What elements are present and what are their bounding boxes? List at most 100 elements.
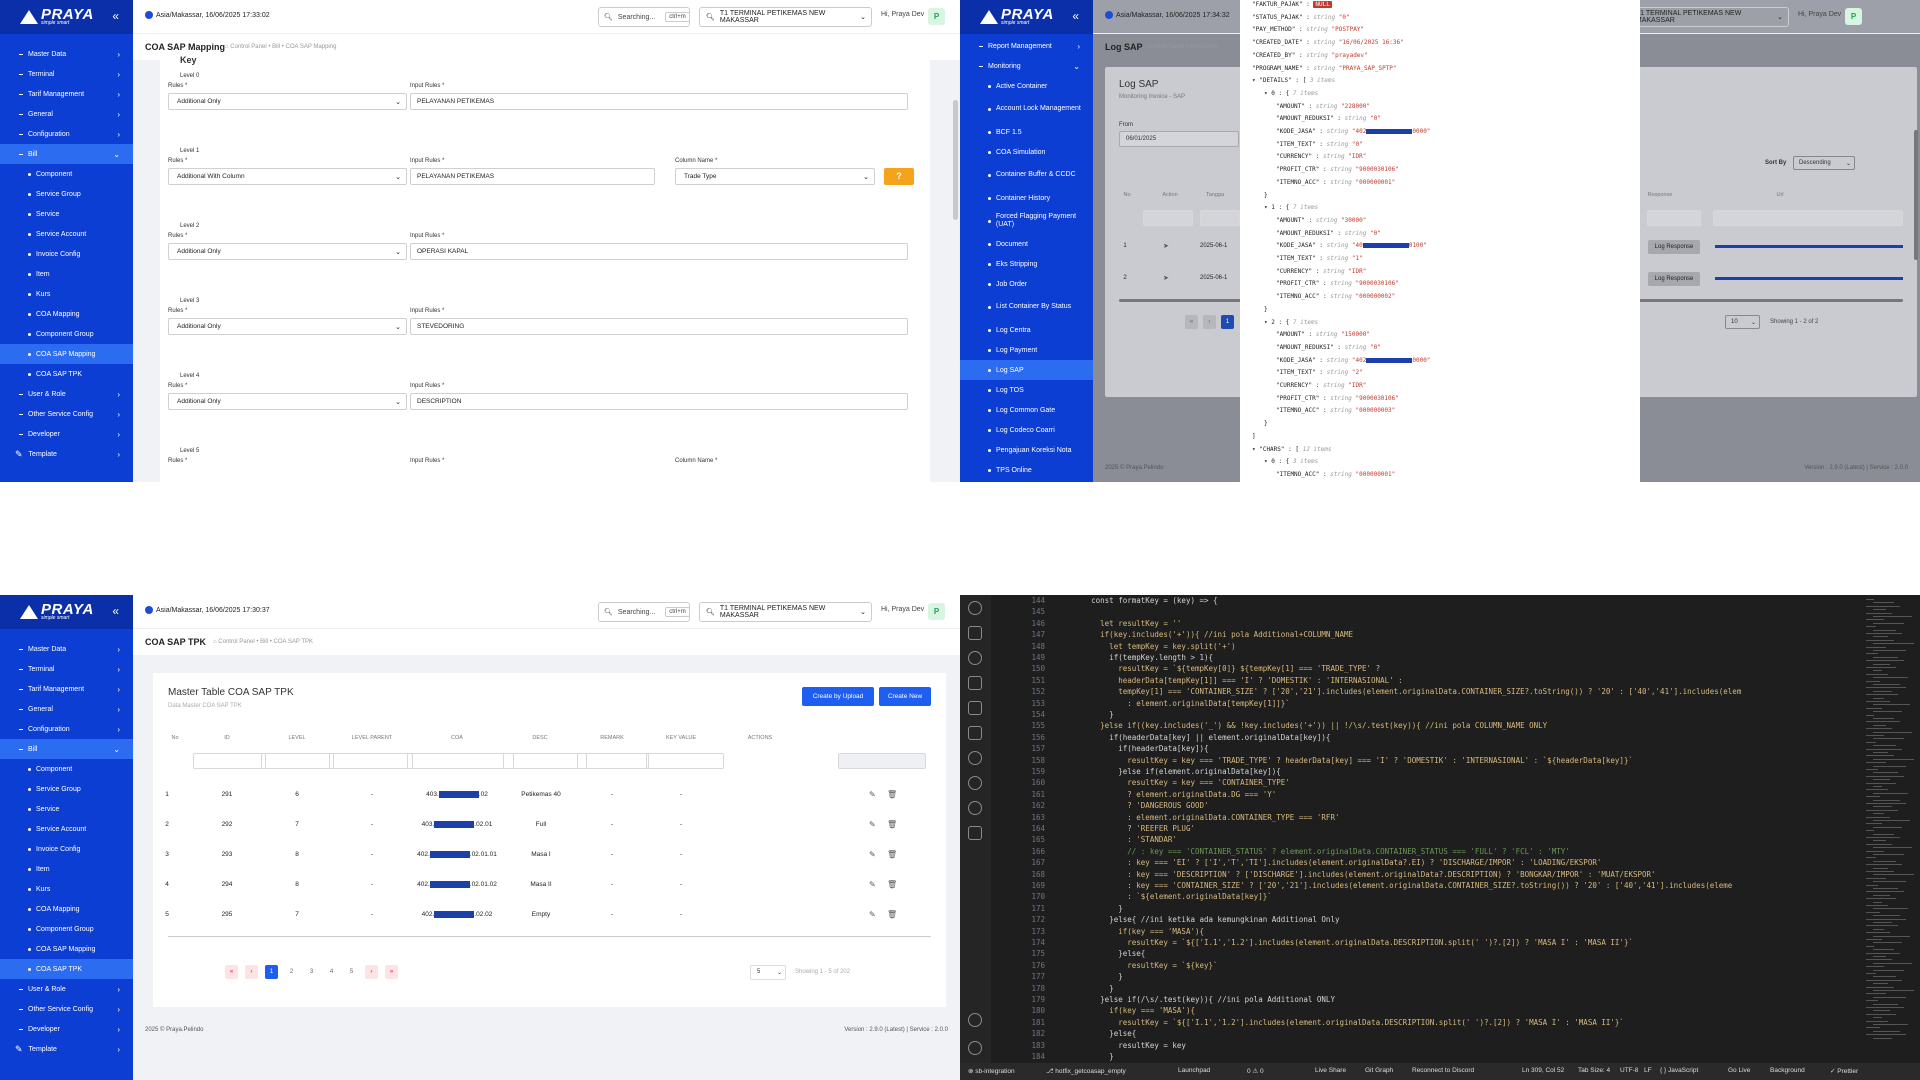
delete-icon[interactable]: 🗑︎ bbox=[887, 820, 897, 829]
code-line[interactable]: }else if((key.includes('_') && !key.incl… bbox=[1055, 721, 1547, 732]
json-line[interactable]: } bbox=[1264, 306, 1268, 313]
collapse-sidebar-icon[interactable]: « bbox=[112, 604, 119, 618]
column-filter-input[interactable] bbox=[193, 753, 266, 769]
json-line[interactable]: "CURRENCY" : string "IDR" bbox=[1276, 268, 1366, 275]
sidebar-item[interactable]: Log TOS bbox=[960, 380, 1093, 400]
code-line[interactable]: : key === 'EI' ? ['I','T','TI'].includes… bbox=[1055, 858, 1601, 869]
rules-select[interactable]: Additional Only ⌄ bbox=[168, 393, 407, 410]
sidebar-item[interactable]: Component bbox=[0, 164, 133, 184]
json-line[interactable]: } bbox=[1264, 192, 1268, 199]
prettier-item[interactable]: ✓ Prettier bbox=[1830, 1067, 1858, 1075]
page-button[interactable]: › bbox=[365, 965, 378, 979]
code-line[interactable]: if(key.includes('+')){ //ini pola Additi… bbox=[1055, 630, 1353, 641]
json-line[interactable]: "AMOUNT" : string "150000" bbox=[1276, 331, 1370, 338]
help-button[interactable]: ? bbox=[884, 168, 914, 185]
json-line[interactable]: "FAKTUR_PAJAK" : NULL bbox=[1252, 1, 1332, 8]
code-line[interactable]: }else if(/\s/.test(key)){ //ini pola Add… bbox=[1055, 995, 1335, 1006]
input-rules-field[interactable]: PELAYANAN PETIKEMAS bbox=[410, 93, 908, 110]
tab-size[interactable]: Tab Size: 4 bbox=[1578, 1067, 1610, 1074]
sidebar-item[interactable]: COA Mapping bbox=[0, 899, 133, 919]
sidebar-item[interactable]: Terminal › bbox=[0, 659, 133, 679]
sidebar-item[interactable]: General › bbox=[0, 699, 133, 719]
code-line[interactable]: }else{ bbox=[1055, 949, 1145, 960]
code-line[interactable]: : element.originalData.CONTAINER_TYPE ==… bbox=[1055, 813, 1339, 824]
json-line[interactable]: "AMOUNT" : string "228000" bbox=[1276, 103, 1370, 110]
code-line[interactable]: : 'STANDAR' bbox=[1055, 835, 1177, 846]
code-line[interactable]: resultKey = `${key}` bbox=[1055, 961, 1217, 972]
page-first[interactable]: « bbox=[1185, 315, 1198, 329]
sidebar-item[interactable]: Log Centra bbox=[960, 320, 1093, 340]
encoding-item[interactable]: UTF-8 bbox=[1620, 1067, 1638, 1074]
code-line[interactable]: tempKey[1] === 'CONTAINER_SIZE' ? ['20',… bbox=[1055, 687, 1741, 698]
code-line[interactable]: let tempKey = key.split('+') bbox=[1055, 642, 1235, 653]
sidebar-item[interactable]: Active Container bbox=[960, 76, 1093, 96]
page-button[interactable]: ‹ bbox=[245, 965, 258, 979]
code-line[interactable]: resultKey = key bbox=[1055, 1041, 1186, 1052]
sidebar-item[interactable]: COA SAP Mapping bbox=[0, 344, 133, 364]
sidebar-item[interactable]: Service Group bbox=[0, 184, 133, 204]
remote-indicator[interactable]: ⊗ sb-integration bbox=[968, 1067, 1015, 1075]
filter-url[interactable] bbox=[1713, 210, 1903, 226]
code-line[interactable]: resultKey = `${tempKey[0]} ${tempKey[1] … bbox=[1055, 664, 1380, 675]
code-line[interactable]: : key === 'CONTAINER_SIZE' ? ['20','21']… bbox=[1055, 881, 1732, 892]
sidebar-item[interactable]: ✎ Template › bbox=[0, 1039, 133, 1059]
json-line[interactable]: ▾ "DETAILS" : [ 3 items bbox=[1252, 77, 1335, 84]
page-button[interactable]: « bbox=[225, 965, 238, 979]
live-share-icon[interactable] bbox=[968, 826, 982, 840]
page-button[interactable]: 3 bbox=[305, 965, 318, 979]
sidebar-item[interactable]: COA SAP TPK bbox=[0, 959, 133, 979]
sidebar-item[interactable]: Invoice Config bbox=[0, 244, 133, 264]
gear-icon[interactable] bbox=[968, 1041, 982, 1055]
create-by-upload-button[interactable]: Create by Upload bbox=[802, 687, 874, 706]
json-line[interactable]: "PAY_METHOD" : string "POSTPAY" bbox=[1252, 26, 1364, 33]
column-filter-input[interactable] bbox=[407, 753, 514, 769]
delete-icon[interactable]: 🗑︎ bbox=[887, 790, 897, 799]
json-line[interactable]: ▾ "CHARS" : [ 12 items bbox=[1252, 446, 1332, 453]
code-line[interactable]: resultKey = `${['I.1','1.2'].includes(el… bbox=[1055, 1018, 1624, 1029]
sidebar-item[interactable]: Tarif Management › bbox=[0, 679, 133, 699]
edit-icon[interactable]: ✎ bbox=[869, 880, 876, 889]
debug-icon[interactable] bbox=[968, 701, 982, 715]
code-line[interactable]: headerData[tempKey[1]] === 'I' ? 'DOMEST… bbox=[1055, 676, 1402, 687]
horizontal-scrollbar[interactable] bbox=[168, 936, 931, 937]
filter-action[interactable] bbox=[1143, 210, 1193, 226]
terminal-select[interactable]: 🔍︎T1 TERMINAL PETIKEMAS NEW MAKASSAR⌄ bbox=[699, 7, 872, 27]
sidebar-item[interactable]: Bill ⌄ bbox=[0, 144, 133, 164]
filter-date[interactable] bbox=[1200, 210, 1240, 226]
delete-icon[interactable]: 🗑︎ bbox=[887, 850, 897, 859]
sidebar-item[interactable]: Kurs bbox=[0, 284, 133, 304]
json-line[interactable]: "STATUS_PAJAK" : string "0" bbox=[1252, 14, 1350, 21]
page-button[interactable]: 1 bbox=[265, 965, 278, 979]
code-line[interactable]: // : key === 'CONTAINER_STATUS' ? elemen… bbox=[1055, 847, 1570, 858]
column-filter-input[interactable] bbox=[646, 753, 724, 769]
table-row[interactable]: 4 294 8 - Masa II - - 402. .02.01.02 ✎ 🗑︎ bbox=[153, 878, 946, 898]
minimap[interactable] bbox=[1862, 595, 1920, 1063]
eol-item[interactable]: LF bbox=[1644, 1067, 1652, 1074]
code-line[interactable]: } bbox=[1055, 1052, 1114, 1063]
global-search[interactable]: 🔍︎ Searching... ctrl+m bbox=[598, 7, 690, 27]
global-search[interactable]: 🔍︎ Searching... ctrl+m bbox=[598, 602, 690, 622]
json-line[interactable]: ▾ 1 : { 7 items bbox=[1264, 204, 1318, 211]
page-button[interactable]: » bbox=[385, 965, 398, 979]
sidebar-item[interactable]: Master Data › bbox=[0, 639, 133, 659]
sidebar-item[interactable]: COA Simulation bbox=[960, 142, 1093, 162]
sidebar-item[interactable]: List Container By Status bbox=[960, 294, 1093, 320]
code-line[interactable]: if(tempKey.length > 1){ bbox=[1055, 653, 1213, 664]
sidebar-item[interactable]: Log Payment bbox=[960, 340, 1093, 360]
column-filter-input[interactable] bbox=[838, 753, 926, 769]
branch-indicator[interactable]: ⎇ hotfix_getcoasap_empty bbox=[1046, 1067, 1126, 1075]
language-mode[interactable]: { } JavaScript bbox=[1660, 1067, 1698, 1074]
sidebar-item[interactable]: Item bbox=[0, 264, 133, 284]
remote-explorer-icon[interactable] bbox=[968, 726, 982, 740]
json-line[interactable]: "ITEM_TEXT" : string "1" bbox=[1276, 255, 1363, 262]
git-graph-item[interactable]: Git Graph bbox=[1365, 1067, 1393, 1074]
page-prev[interactable]: ‹ bbox=[1203, 315, 1216, 329]
account-icon[interactable] bbox=[968, 1013, 982, 1027]
sidebar-item[interactable]: User & Role › bbox=[0, 384, 133, 404]
column-filter-input[interactable] bbox=[577, 753, 649, 769]
input-rules-field[interactable]: OPERASI KAPAL bbox=[410, 243, 908, 260]
code-line[interactable]: resultKey = key === 'TRADE_TYPE' ? heade… bbox=[1055, 756, 1633, 767]
sidebar-item[interactable]: Container History bbox=[960, 188, 1093, 208]
flame-icon[interactable] bbox=[968, 601, 982, 615]
code-line[interactable]: if(key === 'MASA'){ bbox=[1055, 1006, 1195, 1017]
